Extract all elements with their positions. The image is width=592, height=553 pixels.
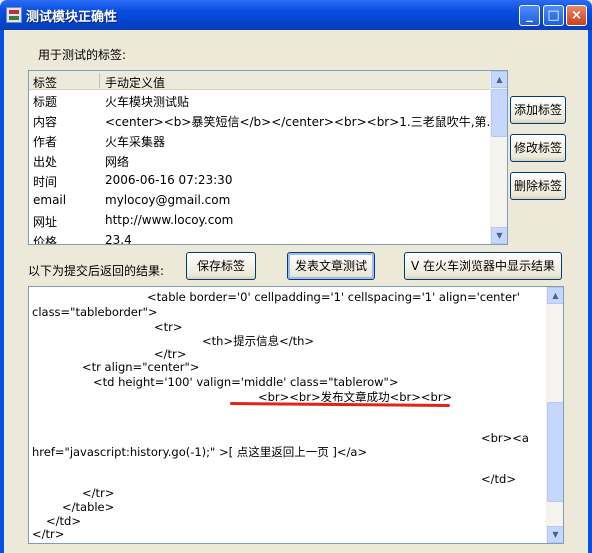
tag-cell: 出处 bbox=[33, 155, 58, 169]
result-line: <tr align="center"> bbox=[82, 360, 200, 374]
tag-cell: email bbox=[33, 193, 67, 207]
result-line: </table> bbox=[62, 500, 115, 514]
app-icon bbox=[6, 7, 22, 23]
window-frame-right bbox=[588, 30, 592, 553]
column-separator[interactable] bbox=[99, 73, 100, 88]
scroll-thumb[interactable] bbox=[491, 89, 507, 137]
value-cell: <center><b>暴笑短信</b></center><br><br>1.三老… bbox=[105, 115, 491, 129]
delete-tag-button[interactable]: 删除标签 bbox=[510, 172, 566, 200]
scroll-up-icon[interactable]: ▲ bbox=[491, 71, 507, 88]
scroll-down-icon[interactable]: ▼ bbox=[547, 526, 563, 543]
result-label: 以下为提交后返回的结果: bbox=[28, 264, 165, 278]
value-cell: mylocoy@gmail.com bbox=[105, 193, 231, 207]
result-line: </tr> bbox=[154, 347, 187, 361]
value-cell: 网络 bbox=[105, 155, 130, 169]
result-scrollbar[interactable]: ▲ ▼ bbox=[546, 287, 563, 543]
tag-cell: 标题 bbox=[33, 95, 58, 109]
tag-cell: 时间 bbox=[33, 175, 58, 189]
result-line: <th>提示信息</th> bbox=[202, 334, 315, 348]
close-button[interactable]: × bbox=[566, 5, 587, 26]
scroll-thumb[interactable] bbox=[547, 402, 563, 502]
tags-listview[interactable]: 标签 手动定义值 标题 火车模块测试贴 内容 <center><b>暴笑短信</b>… bbox=[28, 70, 508, 245]
scroll-down-icon[interactable]: ▼ bbox=[491, 227, 507, 244]
scroll-up-icon[interactable]: ▲ bbox=[547, 287, 563, 304]
post-article-test-button[interactable]: 发表文章测试 bbox=[287, 252, 375, 280]
tag-cell: 内容 bbox=[33, 115, 58, 129]
list-item[interactable]: 网址 http://www.locoy.com bbox=[29, 210, 491, 230]
result-line: </td> bbox=[46, 514, 81, 528]
tag-cell: 网址 bbox=[33, 215, 58, 229]
result-line: class="tableborder"> bbox=[32, 305, 158, 319]
edit-tag-button[interactable]: 修改标签 bbox=[510, 134, 566, 162]
result-line: <tr> bbox=[154, 320, 183, 334]
window-frame-left bbox=[0, 30, 4, 553]
value-cell: 火车采集器 bbox=[105, 135, 166, 149]
maximize-button[interactable]: □ bbox=[543, 5, 564, 26]
window-title: 测试模块正确性 bbox=[26, 10, 118, 25]
save-tags-button[interactable]: 保存标签 bbox=[186, 252, 256, 280]
add-tag-button[interactable]: 添加标签 bbox=[510, 96, 566, 124]
result-line: <table border='0' cellpadding='1' cellsp… bbox=[147, 290, 520, 304]
listview-header: 标签 手动定义值 bbox=[29, 71, 491, 90]
tag-cell: 作者 bbox=[33, 135, 58, 149]
list-item[interactable]: 作者 火车采集器 bbox=[29, 130, 491, 150]
list-item[interactable]: 内容 <center><b>暴笑短信</b></center><br><br>1.… bbox=[29, 110, 491, 130]
success-underline bbox=[229, 402, 451, 407]
column-header-tag[interactable]: 标签 bbox=[33, 74, 57, 91]
minimize-button[interactable]: _ bbox=[519, 5, 540, 26]
result-line: </tr> bbox=[82, 486, 115, 500]
result-line: </td> bbox=[481, 472, 516, 486]
list-item[interactable]: 价格 23.4 bbox=[29, 230, 491, 245]
list-item[interactable]: 出处 网络 bbox=[29, 150, 491, 170]
value-cell: http://www.locoy.com bbox=[105, 213, 234, 227]
result-line: href="javascript:history.go(-1);" >[ 点这里… bbox=[32, 445, 368, 459]
show-in-browser-button[interactable]: V 在火车浏览器中显示结果 bbox=[404, 252, 562, 280]
value-cell: 2006-06-16 07:23:30 bbox=[105, 173, 233, 187]
result-textbox[interactable]: <table border='0' cellpadding='1' cellsp… bbox=[28, 286, 564, 544]
result-line: <br><a bbox=[481, 431, 529, 445]
column-header-value[interactable]: 手动定义值 bbox=[105, 74, 165, 91]
result-line: <td height='100' valign='middle' class="… bbox=[93, 375, 399, 389]
title-bar: 测试模块正确性 _ □ × bbox=[0, 0, 592, 30]
tags-label: 用于测试的标签: bbox=[38, 48, 127, 62]
value-cell: 23.4 bbox=[105, 233, 132, 245]
list-item[interactable]: 标题 火车模块测试贴 bbox=[29, 90, 491, 110]
list-item[interactable]: email mylocoy@gmail.com bbox=[29, 190, 491, 210]
list-item[interactable]: 时间 2006-06-16 07:23:30 bbox=[29, 170, 491, 190]
tag-cell: 价格 bbox=[33, 235, 58, 245]
result-line: </tr> bbox=[32, 527, 65, 541]
listview-scrollbar[interactable]: ▲ ▼ bbox=[490, 71, 507, 244]
value-cell: 火车模块测试贴 bbox=[105, 95, 190, 109]
